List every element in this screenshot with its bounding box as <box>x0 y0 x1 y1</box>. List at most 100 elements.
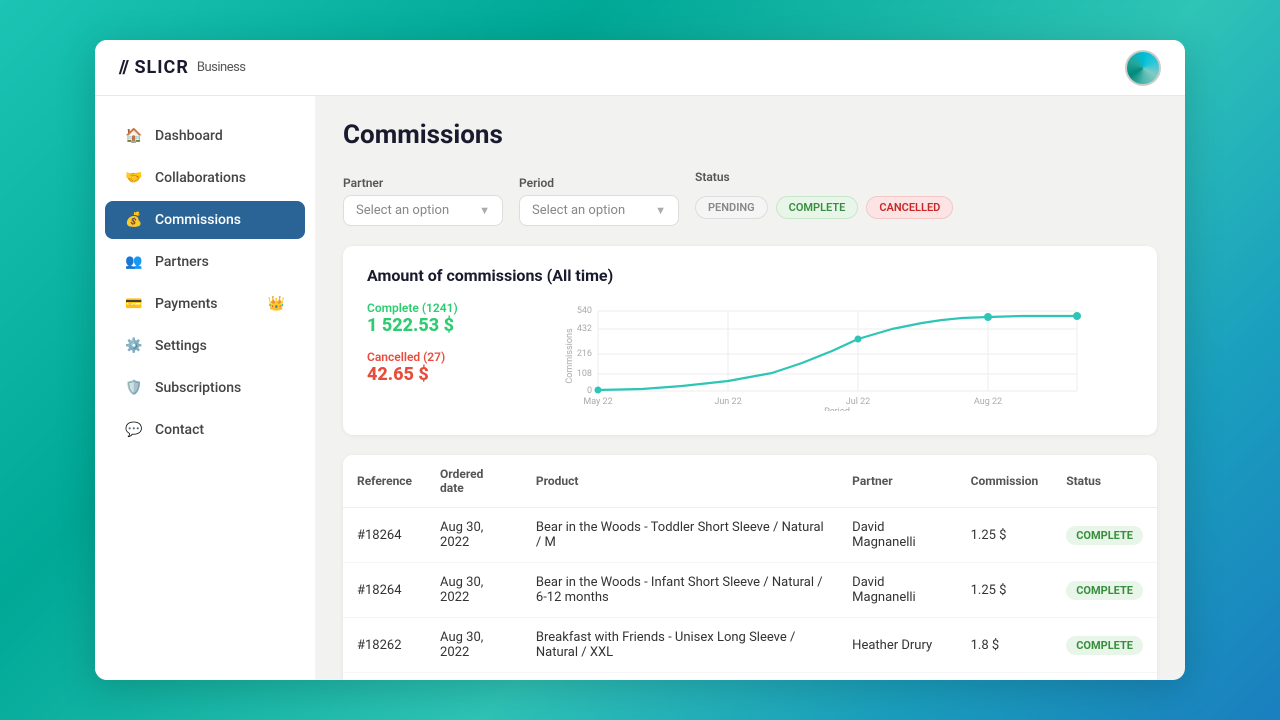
sidebar-label-contact: Contact <box>155 422 204 438</box>
period-select-value: Select an option <box>532 203 625 218</box>
col-commission: Commission <box>957 455 1053 508</box>
partners-icon: 👥 <box>125 253 143 271</box>
cell-commission: 1.25 $ <box>957 563 1053 618</box>
legend-complete-value: 1 522.53 $ <box>367 315 487 336</box>
cell-ref: #18264 <box>343 508 426 563</box>
svg-text:540: 540 <box>577 306 592 316</box>
sidebar-label-subscriptions: Subscriptions <box>155 380 241 396</box>
sidebar-label-collaborations: Collaborations <box>155 170 246 186</box>
partner-select[interactable]: Select an option ▼ <box>343 195 503 226</box>
table-row: #18264 Aug 30, 2022 Bear in the Woods - … <box>343 563 1157 618</box>
col-ordered-date: Ordered date <box>426 455 522 508</box>
contact-icon: 💬 <box>125 421 143 439</box>
subscriptions-icon: 🛡️ <box>125 379 143 397</box>
svg-text:May 22: May 22 <box>583 397 612 407</box>
cell-partner: David Magnanelli <box>838 508 956 563</box>
logo-slashes: // <box>119 57 128 78</box>
sidebar-label-settings: Settings <box>155 338 207 354</box>
col-status: Status <box>1052 455 1157 508</box>
legend-cancelled-label: Cancelled (27) <box>367 350 487 364</box>
sidebar-label-commissions: Commissions <box>155 212 241 228</box>
col-partner: Partner <box>838 455 956 508</box>
partner-chevron-icon: ▼ <box>479 204 490 217</box>
cell-commission: 1.8 $ <box>957 618 1053 673</box>
status-badge-cancelled[interactable]: CANCELLED <box>866 196 953 219</box>
cell-partner: Heather Drury <box>838 673 956 681</box>
status-badge: COMPLETE <box>1066 526 1143 545</box>
legend-cancelled: Cancelled (27) 42.65 $ <box>367 350 487 385</box>
status-badge-pending[interactable]: PENDING <box>695 196 768 219</box>
sidebar-label-payments: Payments <box>155 296 218 312</box>
cell-ref: #18264 <box>343 563 426 618</box>
cell-status: COMPLETE <box>1052 673 1157 681</box>
sidebar-item-payments[interactable]: 💳 Payments 👑 <box>105 285 305 323</box>
cell-product: Bear in the Woods - Toddler Short Sleeve… <box>522 508 838 563</box>
chart-card: Amount of commissions (All time) Complet… <box>343 246 1157 435</box>
status-badge-complete[interactable]: COMPLETE <box>776 196 859 219</box>
legend-complete: Complete (1241) 1 522.53 $ <box>367 301 487 336</box>
payments-badge: 👑 <box>268 296 285 312</box>
status-badges: PENDING COMPLETE CANCELLED <box>695 189 953 226</box>
table-row: #18262 Aug 30, 2022 Breakfast with Frien… <box>343 618 1157 673</box>
col-reference: Reference <box>343 455 426 508</box>
settings-icon: ⚙️ <box>125 337 143 355</box>
collaborations-icon: 🤝 <box>125 169 143 187</box>
logo-name: SLICR <box>134 57 188 78</box>
page-title: Commissions <box>343 120 1157 150</box>
app-window: // SLICR Business 🏠 Dashboard 🤝 Collabor… <box>95 40 1185 680</box>
logo-business: Business <box>197 60 246 75</box>
sidebar-label-partners: Partners <box>155 254 209 270</box>
cell-commission: 1.25 $ <box>957 673 1053 681</box>
page-area: Commissions Partner Select an option ▼ P… <box>315 96 1185 680</box>
table-card: Reference Ordered date Product Partner C… <box>343 455 1157 680</box>
sidebar-item-subscriptions[interactable]: 🛡️ Subscriptions <box>105 369 305 407</box>
svg-text:0: 0 <box>587 386 592 396</box>
col-product: Product <box>522 455 838 508</box>
cell-commission: 1.25 $ <box>957 508 1053 563</box>
status-badge: COMPLETE <box>1066 636 1143 655</box>
commissions-table: Reference Ordered date Product Partner C… <box>343 455 1157 680</box>
period-filter-label: Period <box>519 176 679 190</box>
cell-status: COMPLETE <box>1052 508 1157 563</box>
cell-partner: David Magnanelli <box>838 563 956 618</box>
cell-ref: #18262 <box>343 673 426 681</box>
dashboard-icon: 🏠 <box>125 127 143 145</box>
sidebar: 🏠 Dashboard 🤝 Collaborations 💰 Commissio… <box>95 96 315 680</box>
svg-text:Jul 22: Jul 22 <box>846 397 870 407</box>
sidebar-item-settings[interactable]: ⚙️ Settings <box>105 327 305 365</box>
cell-date: Aug 30, 2022 <box>426 563 522 618</box>
sidebar-item-commissions[interactable]: 💰 Commissions <box>105 201 305 239</box>
sidebar-item-contact[interactable]: 💬 Contact <box>105 411 305 449</box>
status-filter-group: Status PENDING COMPLETE CANCELLED <box>695 170 953 226</box>
cell-date: Aug 30, 2022 <box>426 673 522 681</box>
period-chevron-icon: ▼ <box>655 204 666 217</box>
cell-date: Aug 30, 2022 <box>426 618 522 673</box>
period-select[interactable]: Select an option ▼ <box>519 195 679 226</box>
avatar[interactable] <box>1125 50 1161 86</box>
sidebar-label-dashboard: Dashboard <box>155 128 223 144</box>
sidebar-item-partners[interactable]: 👥 Partners <box>105 243 305 281</box>
partner-select-value: Select an option <box>356 203 449 218</box>
period-filter-group: Period Select an option ▼ <box>519 176 679 226</box>
commissions-icon: 💰 <box>125 211 143 229</box>
svg-text:108: 108 <box>577 369 592 379</box>
cell-partner: Heather Drury <box>838 618 956 673</box>
svg-text:432: 432 <box>577 324 592 334</box>
filters-row: Partner Select an option ▼ Period Select… <box>343 170 1157 226</box>
table-row: #18264 Aug 30, 2022 Bear in the Woods - … <box>343 508 1157 563</box>
cell-product: Breakfast with Friends - Toddler Short S… <box>522 673 838 681</box>
status-filter-label: Status <box>695 170 953 184</box>
svg-text:Jun 22: Jun 22 <box>714 397 741 407</box>
partner-filter-label: Partner <box>343 176 503 190</box>
sidebar-item-dashboard[interactable]: 🏠 Dashboard <box>105 117 305 155</box>
payments-icon: 💳 <box>125 295 143 313</box>
legend-complete-label: Complete (1241) <box>367 301 487 315</box>
svg-text:Aug 22: Aug 22 <box>974 397 1002 407</box>
table-row: #18262 Aug 30, 2022 Breakfast with Frien… <box>343 673 1157 681</box>
table-header-row: Reference Ordered date Product Partner C… <box>343 455 1157 508</box>
sidebar-item-collaborations[interactable]: 🤝 Collaborations <box>105 159 305 197</box>
status-badge: COMPLETE <box>1066 581 1143 600</box>
svg-text:Period: Period <box>824 407 850 411</box>
cell-date: Aug 30, 2022 <box>426 508 522 563</box>
cell-status: COMPLETE <box>1052 563 1157 618</box>
